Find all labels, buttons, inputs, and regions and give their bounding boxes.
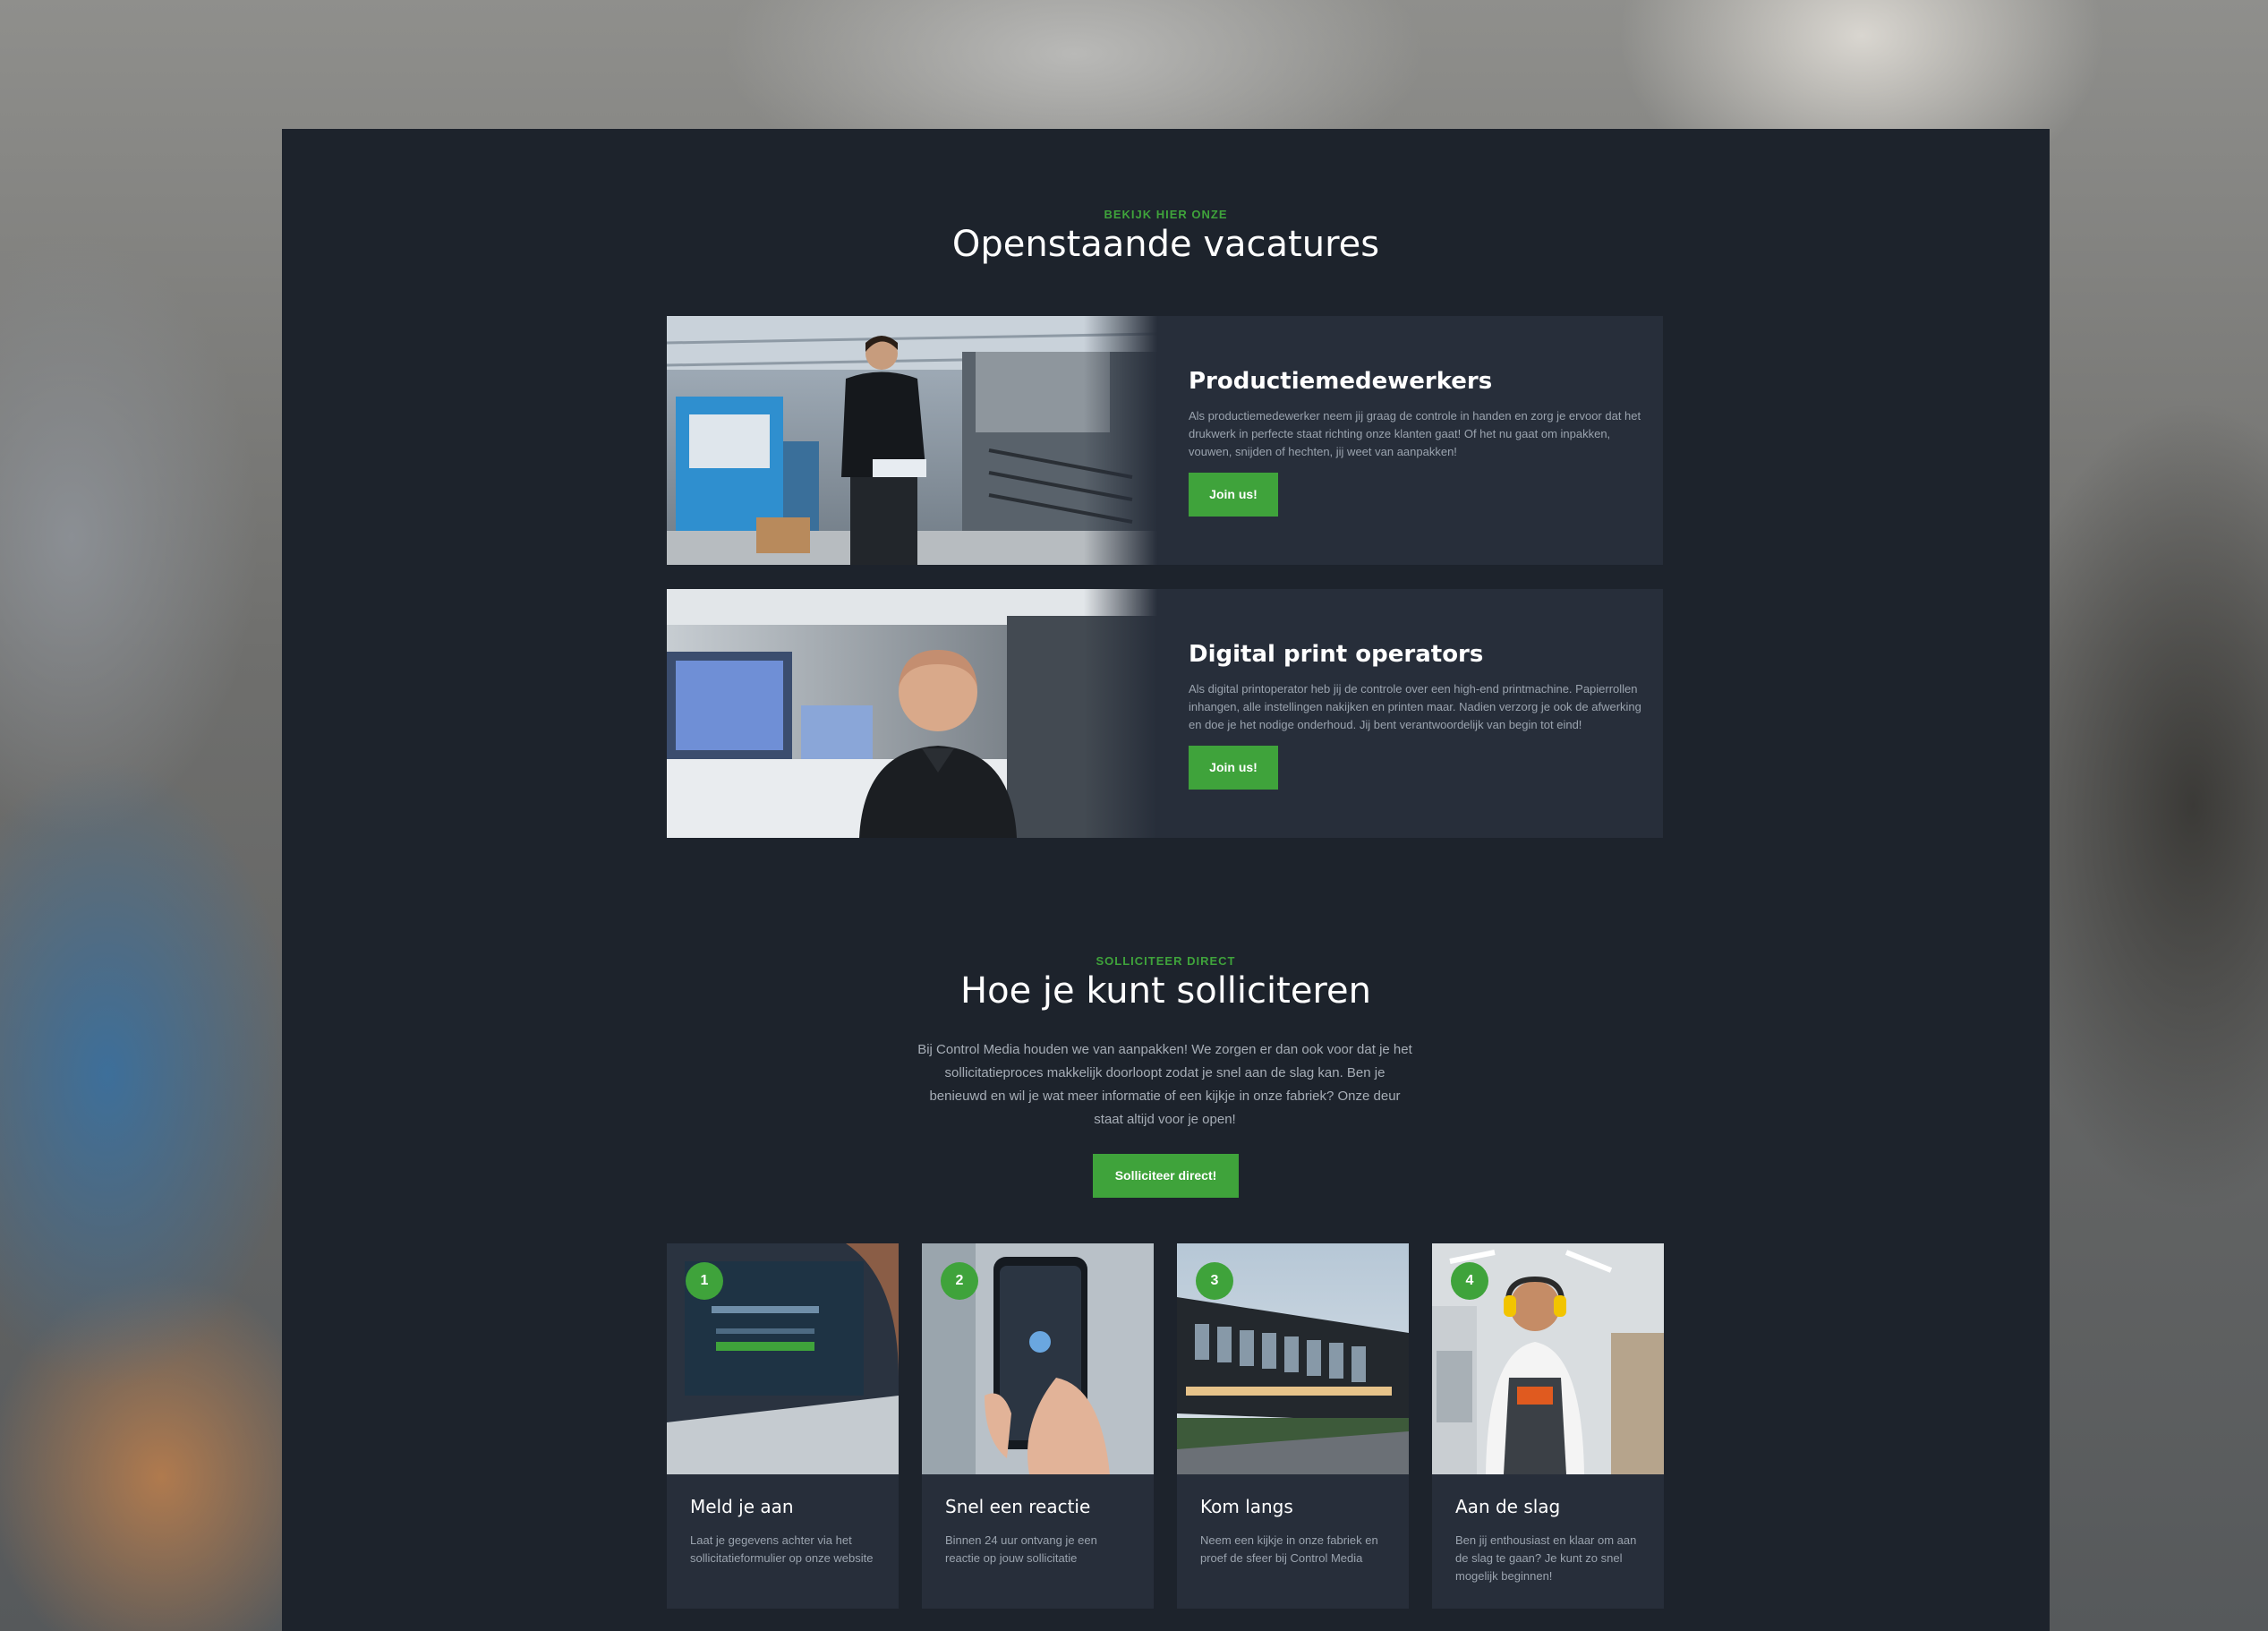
solliciteer-direct-button[interactable]: Solliciteer direct!	[1093, 1154, 1239, 1198]
step-number-badge: 3	[1196, 1262, 1233, 1300]
step-description: Ben jij enthousiast en klaar om aan de s…	[1455, 1533, 1637, 1583]
job-title: Productiemedewerkers	[1189, 368, 1493, 395]
job-content: Digital print operators Als digital prin…	[1189, 641, 1645, 734]
step-card-1: 1 Meld je aan Laat je gegevens achter vi…	[667, 1243, 899, 1609]
careers-panel: BEKIJK HIER ONZE Openstaande vacatures P…	[282, 129, 2050, 1631]
step-card-3: 3 Kom langs Neem een kijkje in onze fabr…	[1177, 1243, 1409, 1609]
join-us-button-digital-print-operators[interactable]: Join us!	[1189, 746, 1278, 790]
step-title: Kom langs	[1200, 1496, 1293, 1517]
job-card-digital-print-operators: Digital print operators Als digital prin…	[667, 589, 1663, 838]
vacancies-eyebrow: BEKIJK HIER ONZE	[1104, 208, 1228, 221]
step-description: Laat je gegevens achter via het sollicit…	[690, 1533, 874, 1565]
join-us-button-productiemedewerkers[interactable]: Join us!	[1189, 473, 1278, 517]
step-card-4: 4 Aan de slag Ben jij enthousiast en kla…	[1432, 1243, 1664, 1609]
step-title: Meld je aan	[690, 1496, 794, 1517]
job-description: Als productiemedewerker neem jij graag d…	[1189, 409, 1641, 458]
job-card-productiemedewerkers: Productiemedewerkers Als productiemedewe…	[667, 316, 1663, 565]
job-photo-production-worker	[667, 316, 1157, 565]
step-title: Snel een reactie	[945, 1496, 1091, 1517]
step-description: Binnen 24 uur ontvang je een reactie op …	[945, 1533, 1097, 1565]
step-number-badge: 4	[1451, 1262, 1488, 1300]
job-description: Als digital printoperator heb jij de con…	[1189, 682, 1641, 731]
vacancies-title: Openstaande vacatures	[951, 224, 1380, 265]
step-description: Neem een kijkje in onze fabriek en proef…	[1200, 1533, 1378, 1565]
apply-intro: Bij Control Media houden we van aanpakke…	[917, 1042, 1412, 1127]
apply-title: Hoe je kunt solliciteren	[960, 970, 1371, 1012]
step-title: Aan de slag	[1455, 1496, 1561, 1517]
step-number-badge: 1	[686, 1262, 723, 1300]
job-photo-print-operator	[667, 589, 1157, 838]
job-title: Digital print operators	[1189, 641, 1484, 668]
step-number-badge: 2	[941, 1262, 978, 1300]
step-card-2: 2 Snel een reactie Binnen 24 uur ontvang…	[922, 1243, 1154, 1609]
job-content: Productiemedewerkers Als productiemedewe…	[1189, 368, 1645, 461]
apply-eyebrow: SOLLICITEER DIRECT	[1096, 954, 1236, 968]
